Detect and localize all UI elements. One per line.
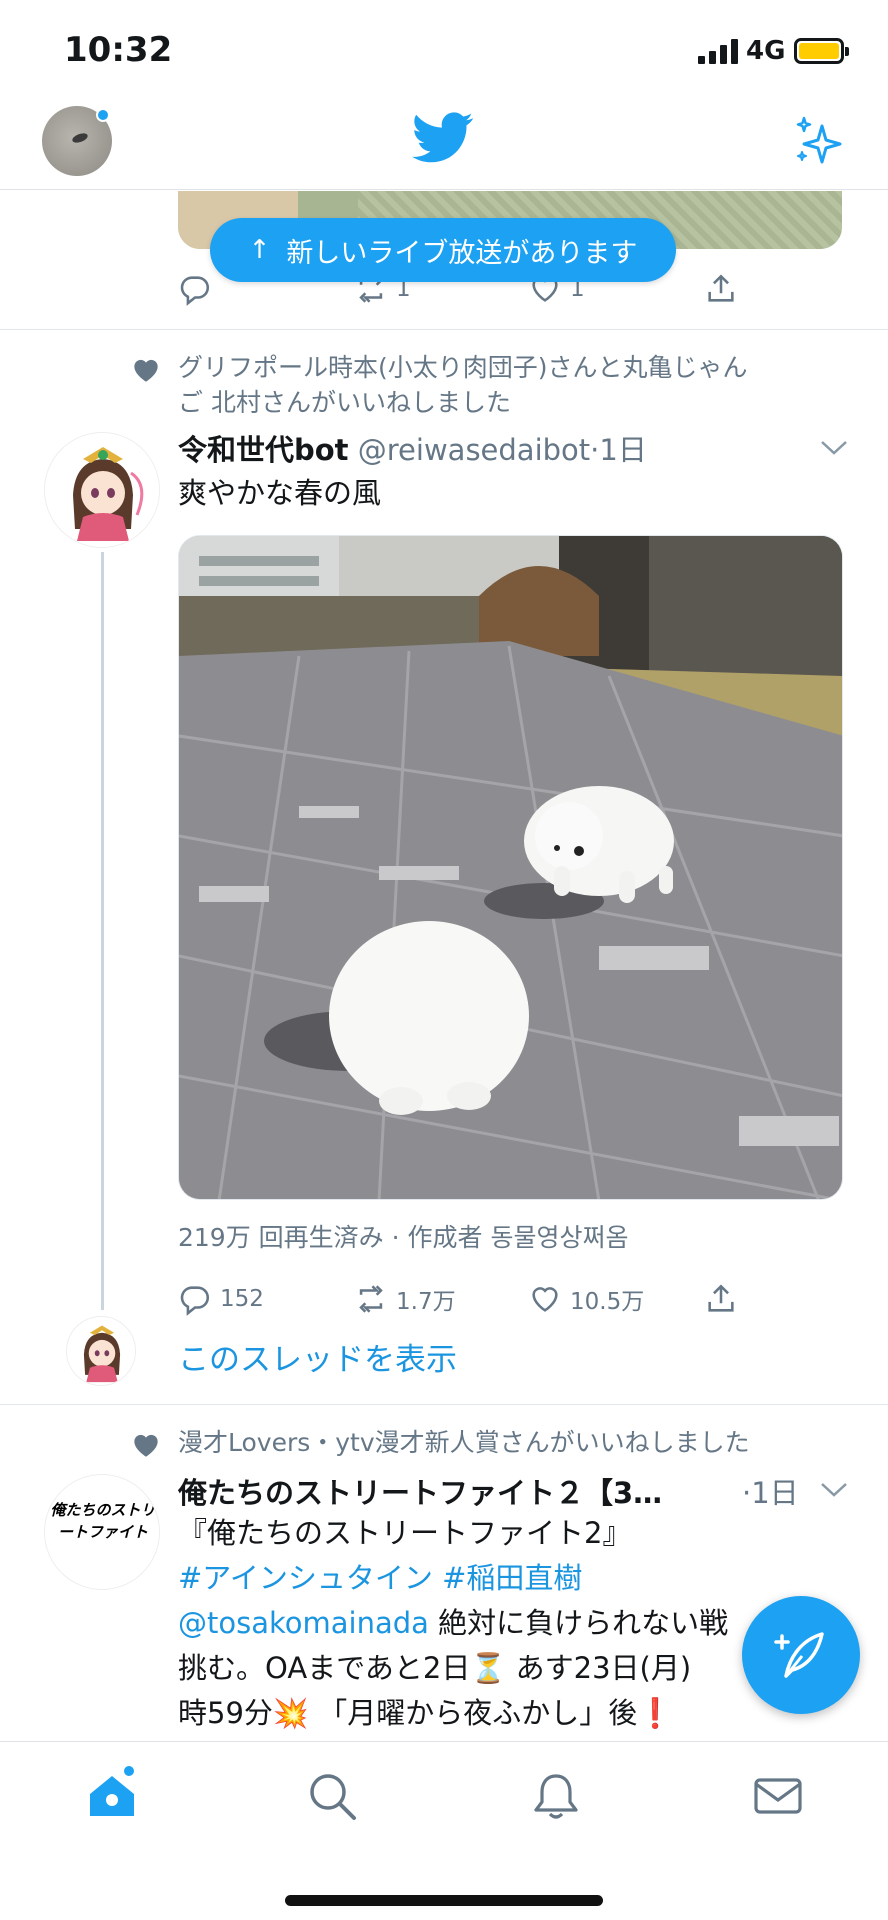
tweet-video[interactable] <box>178 535 843 1200</box>
reply-button[interactable]: 152 <box>178 1282 264 1316</box>
display-name[interactable]: 俺たちのストリートファイト２【3… <box>178 1476 662 1510</box>
top-nav <box>0 100 888 190</box>
share-icon <box>708 1284 734 1312</box>
handle[interactable]: @reiwasedaibot <box>358 433 590 467</box>
tweet-text-line: 挑む。OAまであと2日⏳ あす23日(月) <box>178 1651 692 1685</box>
tweet-text-line: @tosakomainada 絶対に負けられない戦 <box>178 1601 728 1646</box>
home-notification-dot <box>122 1764 136 1778</box>
tweet-text-line: #アインシュタイン #稲田直樹 <box>178 1556 582 1601</box>
share-icon <box>708 274 734 302</box>
tweet-text-line: 時59分💥 「月曜から夜ふかし」後❗ <box>178 1696 674 1730</box>
home-indicator <box>285 1895 603 1906</box>
messages-envelope-icon[interactable] <box>752 1770 804 1822</box>
liked-heart-icon <box>134 1434 158 1457</box>
avatar-notification-dot <box>96 108 110 122</box>
reply-button[interactable] <box>178 272 220 306</box>
chevron-down-icon[interactable] <box>820 1482 848 1498</box>
compose-tweet-button[interactable] <box>742 1596 860 1714</box>
sparkle-icon[interactable] <box>792 114 846 168</box>
tweet-text: 爽やかな春の風 <box>178 476 382 510</box>
user-avatar[interactable]: 俺たちのストリートファイト <box>44 1474 160 1590</box>
tweet-text: 絶対に負けられない戦 <box>428 1606 729 1640</box>
thread-avatar[interactable] <box>66 1316 136 1386</box>
chevron-down-icon[interactable] <box>820 440 848 456</box>
liked-heart-icon <box>134 359 158 382</box>
thread-connector-line <box>101 552 104 1310</box>
social-context[interactable]: グリフポール時本(小太り肉団子)さんと丸亀じゃん ご 北村さんがいいねしました <box>178 350 748 420</box>
network-type: 4G <box>746 36 786 66</box>
mention-link[interactable]: @tosakomainada <box>178 1606 429 1640</box>
signal-strength-icon <box>698 38 738 64</box>
tweet-time-wrap: ·1日 <box>742 1470 799 1512</box>
tweet-time: ·1日 <box>742 1476 799 1510</box>
social-context[interactable]: 漫才Lovers・ytv漫才新人賞さんがいいねしました <box>178 1425 750 1460</box>
twitter-bird-icon[interactable] <box>412 112 474 164</box>
tweet-time: ·1日 <box>590 433 647 467</box>
compose-tweet-icon <box>774 1632 824 1678</box>
hashtag-link[interactable]: #アインシュタイン <box>178 1561 433 1595</box>
reply-icon <box>180 1286 210 1316</box>
retweet-icon <box>359 1285 383 1313</box>
status-bar: 10:32 4G <box>0 0 888 100</box>
status-time: 10:32 <box>64 30 173 70</box>
live-banner-label: 新しいライブ放送があります <box>286 237 638 269</box>
video-view-count: 219万 回再生済み · 作成者 동물영상쩌옴 <box>178 1223 629 1252</box>
divider <box>0 329 888 330</box>
retweet-count: 1.7万 <box>396 1289 456 1315</box>
social-context-line: グリフポール時本(小太り肉団子)さんと丸亀じゃん <box>178 353 748 382</box>
share-button[interactable] <box>704 1282 738 1316</box>
hashtag-link[interactable]: #稲田直樹 <box>442 1561 582 1595</box>
new-live-broadcast-banner[interactable]: ↑ 新しいライブ放送があります <box>210 218 676 282</box>
like-button[interactable]: 10.5万 <box>528 1282 644 1316</box>
user-avatar[interactable] <box>44 432 160 548</box>
divider <box>0 1404 888 1405</box>
arrow-up-icon: ↑ <box>248 235 271 265</box>
notifications-bell-icon[interactable] <box>530 1770 582 1822</box>
search-icon[interactable] <box>306 1770 358 1822</box>
social-context-line: ご 北村さんがいいねしました <box>178 388 511 417</box>
tweet-header: 俺たちのストリートファイト２【3… <box>178 1470 662 1512</box>
reply-count: 152 <box>220 1286 264 1312</box>
heart-icon <box>532 1287 558 1312</box>
share-button[interactable] <box>704 272 738 306</box>
reply-icon <box>180 276 210 306</box>
avatar-logo-text: 俺たちのストリートファイト <box>50 1501 156 1541</box>
like-count: 10.5万 <box>570 1289 645 1315</box>
bottom-tab-bar <box>0 1741 888 1920</box>
battery-icon <box>794 38 849 64</box>
tweet-text-line: 『俺たちのストリートファイト2』 <box>178 1516 632 1550</box>
tweet-header: 令和世代bot @reiwasedaibot·1日 <box>178 427 647 469</box>
display-name[interactable]: 令和世代bot <box>178 433 349 467</box>
retweet-button[interactable]: 1.7万 <box>354 1282 456 1316</box>
show-thread-link[interactable]: このスレッドを表示 <box>178 1334 457 1379</box>
